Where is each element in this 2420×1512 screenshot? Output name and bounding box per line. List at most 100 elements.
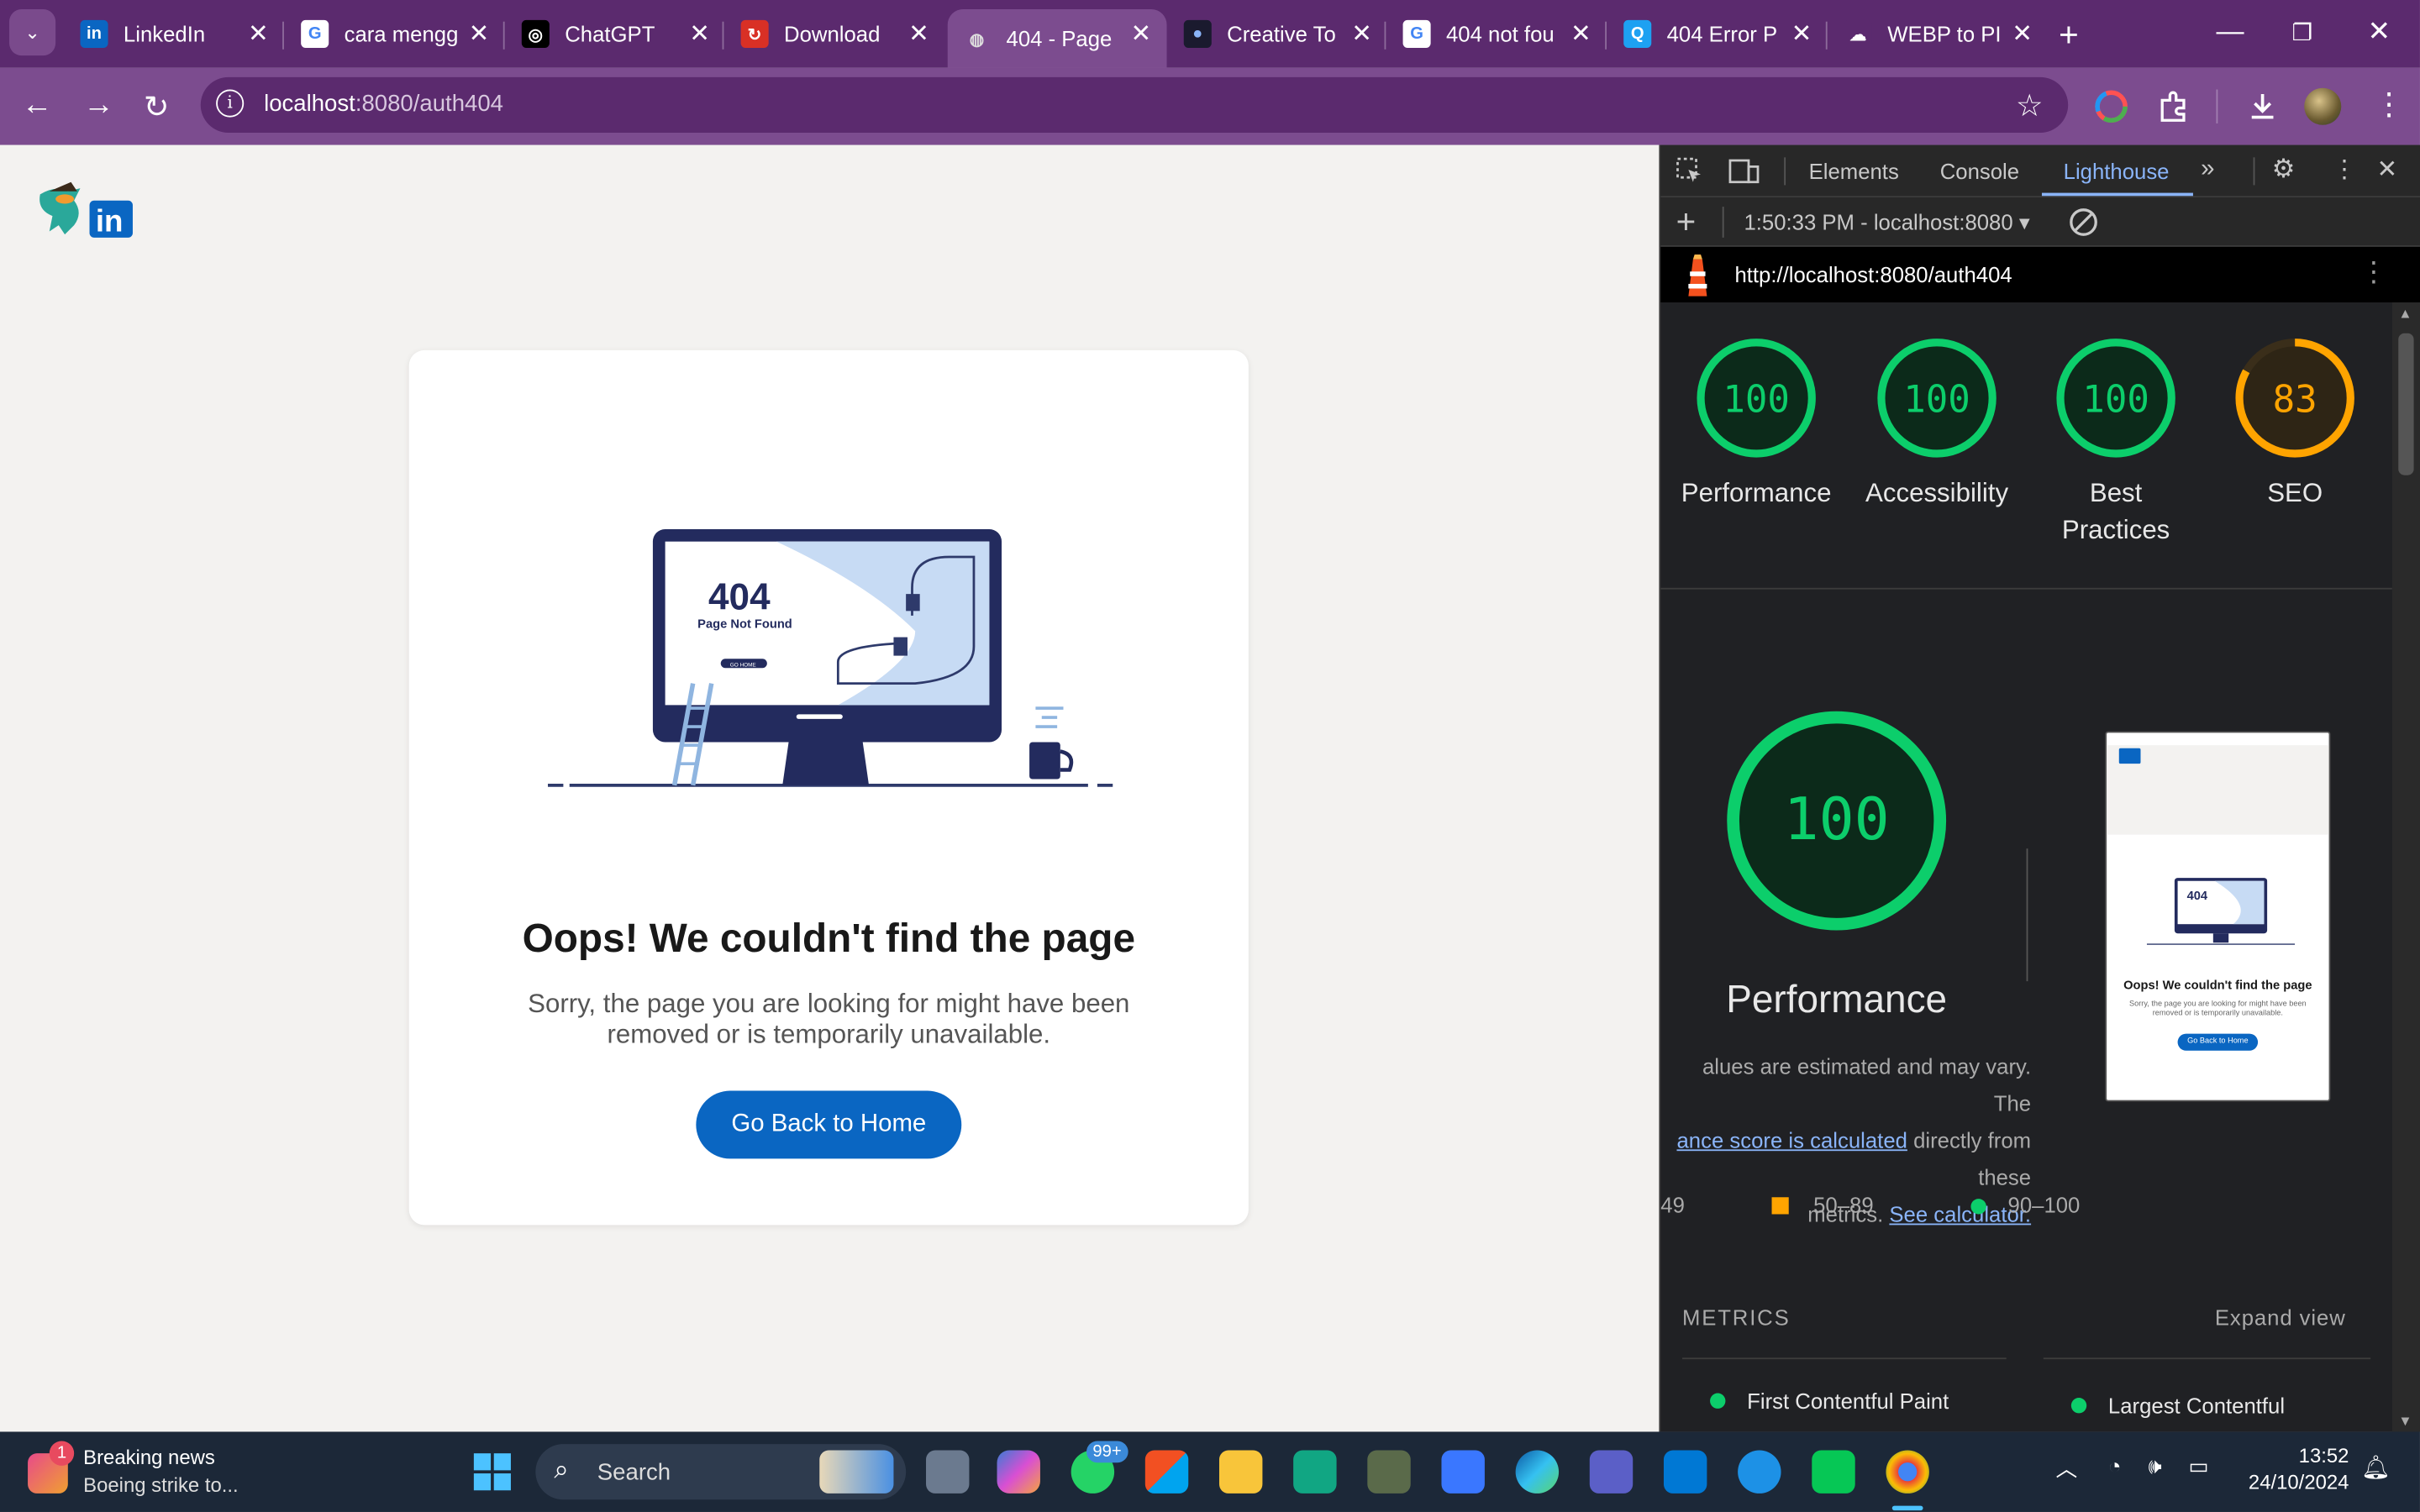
tab-title: 404 Error P <box>1666 21 1778 47</box>
score-gauge-accessibility[interactable]: 100 Accessibility <box>1852 336 2022 512</box>
report-menu-icon[interactable]: ⋮ <box>2360 256 2387 289</box>
close-tab-icon[interactable]: ✕ <box>2012 18 2033 50</box>
browser-tab[interactable]: Gcara mengg ✕ <box>286 9 505 59</box>
page-screenshot-thumbnail[interactable]: 404 Oops! We couldn't find the page Sorr… <box>2105 731 2331 1102</box>
browser-tab[interactable]: G 404 not fou ✕ <box>1387 9 1607 59</box>
go-home-button[interactable]: Go Back to Home <box>696 1090 962 1159</box>
tab-favicon-icon: G <box>1402 19 1431 48</box>
more-tabs-icon[interactable]: » <box>2201 156 2214 184</box>
restore-icon[interactable]: ❐ <box>2291 18 2312 46</box>
new-report-icon[interactable]: + <box>1676 202 1697 243</box>
forward-icon[interactable]: → <box>83 88 114 123</box>
minimize-icon[interactable]: — <box>2217 15 2244 48</box>
profile-avatar[interactable] <box>2304 87 2342 125</box>
reload-icon[interactable]: ↻ <box>144 88 170 127</box>
score-gauge-best-practices[interactable]: 100 Best Practices <box>2031 336 2201 549</box>
close-tab-icon[interactable]: ✕ <box>1791 18 1812 50</box>
report-selector[interactable]: 1:50:33 PM - localhost:8080 ▾ <box>1744 210 2029 236</box>
olx-icon[interactable] <box>1441 1450 1485 1494</box>
tray-chevron-icon[interactable]: ︿ <box>2055 1453 2077 1484</box>
bookmark-star-icon[interactable]: ☆ <box>2016 87 2044 125</box>
tab-console[interactable]: Console <box>1940 159 2019 183</box>
tab-favicon-icon: ↻ <box>740 19 769 48</box>
square-orange-icon <box>1771 1197 1789 1215</box>
settings-gear-icon[interactable]: ⚙ <box>2272 155 2296 186</box>
close-tab-icon[interactable]: ✕ <box>908 18 929 50</box>
tab-strip: ⌄ in LinkedIn ✕ Gcara mengg ✕ ◎ ChatGPT ✕ ↻ Downl… <box>0 0 2420 68</box>
tab-search-button[interactable]: ⌄ <box>9 9 56 56</box>
copilot-icon[interactable] <box>997 1450 1040 1494</box>
circle-green-icon <box>1970 1199 1986 1215</box>
close-tab-icon[interactable]: ✕ <box>469 18 490 50</box>
inspect-element-icon[interactable] <box>1676 157 1704 185</box>
edge-icon[interactable] <box>1515 1450 1560 1494</box>
tab-title: 404 not fou <box>1445 21 1555 47</box>
download-icon[interactable] <box>2245 90 2279 123</box>
tab-title: Creative To <box>1227 21 1336 47</box>
address-bar[interactable]: i localhost:8080/auth404 ☆ <box>200 76 2069 133</box>
thumb-message: Sorry, the page you are looking for migh… <box>2128 1000 2307 1019</box>
close-tab-icon[interactable]: ✕ <box>248 18 269 50</box>
taskbar-search[interactable]: ⌕ Search <box>535 1444 907 1500</box>
browser-toolbar: ← → ↻ i localhost:8080/auth404 ☆ ⋮ <box>0 67 2420 145</box>
close-devtools-icon[interactable]: ✕ <box>2377 155 2398 186</box>
tab-elements[interactable]: Elements <box>1809 159 1899 183</box>
battery-icon[interactable]: ▭ <box>2188 1453 2208 1479</box>
close-window-icon[interactable]: ✕ <box>2367 15 2391 48</box>
notification-bell-icon[interactable]: 🔔︎ <box>2361 1453 2391 1481</box>
windows-start-icon[interactable] <box>472 1452 513 1492</box>
task-view-icon[interactable] <box>926 1450 970 1494</box>
device-toolbar-icon[interactable] <box>1728 157 1760 185</box>
browser-tab[interactable]: ☁ WEBP to PI ✕ <box>1828 9 2048 59</box>
url-text[interactable]: localhost:8080/auth404 <box>264 91 503 117</box>
report-url-bar: http://localhost:8080/auth404 ⋮ <box>1660 246 2420 302</box>
clock[interactable]: 13:52 24/10/2024 <box>2232 1444 2349 1494</box>
logo[interactable]: in <box>34 179 142 244</box>
error-message: Sorry, the page you are looking for migh… <box>528 989 1130 1049</box>
dropdown-arrow-icon: ▾ <box>2018 209 2030 235</box>
browser-tab[interactable]: ● Creative To ✕ <box>1168 9 1387 59</box>
new-tab-button[interactable]: + <box>2059 15 2079 55</box>
score-calc-link[interactable]: ance score is calculated <box>1676 1128 1907 1152</box>
close-tab-icon[interactable]: ✕ <box>689 18 710 50</box>
store-icon[interactable] <box>1144 1450 1189 1494</box>
score-gauge-performance[interactable]: 100 Performance <box>1671 336 1841 512</box>
score-gauge-seo[interactable]: 83 SEO <box>2210 336 2380 512</box>
illus-gohome-text: GO HOME <box>730 662 756 668</box>
tab-favicon-icon: G <box>301 19 329 48</box>
line-icon[interactable] <box>1812 1450 1855 1494</box>
browser-tab[interactable]: ◍ 404 - Page ✕ <box>947 9 1167 68</box>
close-tab-icon[interactable]: ✕ <box>1351 18 1372 50</box>
file-explorer-icon[interactable] <box>1218 1450 1263 1494</box>
thumb-heading: Oops! We couldn't find the page <box>2123 978 2312 992</box>
browser-tab[interactable]: Q 404 Error P ✕ <box>1608 9 1828 59</box>
metric-lcp: Largest Contentful <box>2070 1389 2285 1418</box>
pycharm-icon[interactable] <box>1293 1450 1337 1494</box>
tab-lighthouse[interactable]: Lighthouse <box>2064 159 2170 183</box>
devtools-scrollbar[interactable]: ▲ ▼ <box>2391 302 2420 1432</box>
report-url: http://localhost:8080/auth404 <box>1734 262 2012 287</box>
color-extension-icon[interactable] <box>2094 90 2128 123</box>
browser-tab[interactable]: ◎ ChatGPT ✕ <box>506 9 725 59</box>
clear-reports-icon[interactable] <box>2068 207 2099 238</box>
back-icon[interactable]: ← <box>22 88 53 123</box>
browser-tab[interactable]: ↻ Download ✕ <box>725 9 944 59</box>
teams-icon[interactable] <box>1589 1450 1634 1494</box>
devtools-menu-icon[interactable]: ⋮ <box>2332 155 2356 186</box>
tab-favicon-icon: Q <box>1623 19 1652 48</box>
close-tab-icon[interactable]: ✕ <box>1570 18 1591 50</box>
site-info-icon[interactable]: i <box>216 89 245 118</box>
chrome-icon[interactable] <box>1886 1450 1929 1494</box>
expand-view-button[interactable]: Expand view <box>2215 1305 2346 1330</box>
app-owl-icon[interactable] <box>1367 1450 1411 1494</box>
news-title: Breaking news <box>83 1445 215 1469</box>
docker-icon[interactable] <box>1738 1450 1781 1494</box>
vscode-icon[interactable] <box>1663 1450 1707 1494</box>
volume-icon[interactable]: 🕪 <box>2149 1453 2162 1479</box>
wifi-icon[interactable]: ◔ <box>2108 1453 2122 1478</box>
taskbar: 1 Breaking news Boeing strike to... ⌕ Se… <box>0 1431 2420 1512</box>
browser-tab[interactable]: in LinkedIn ✕ <box>65 9 284 59</box>
close-tab-icon[interactable]: ✕ <box>1131 18 1152 50</box>
extensions-icon[interactable] <box>2156 90 2190 123</box>
browser-menu-icon[interactable]: ⋮ <box>2374 85 2405 123</box>
